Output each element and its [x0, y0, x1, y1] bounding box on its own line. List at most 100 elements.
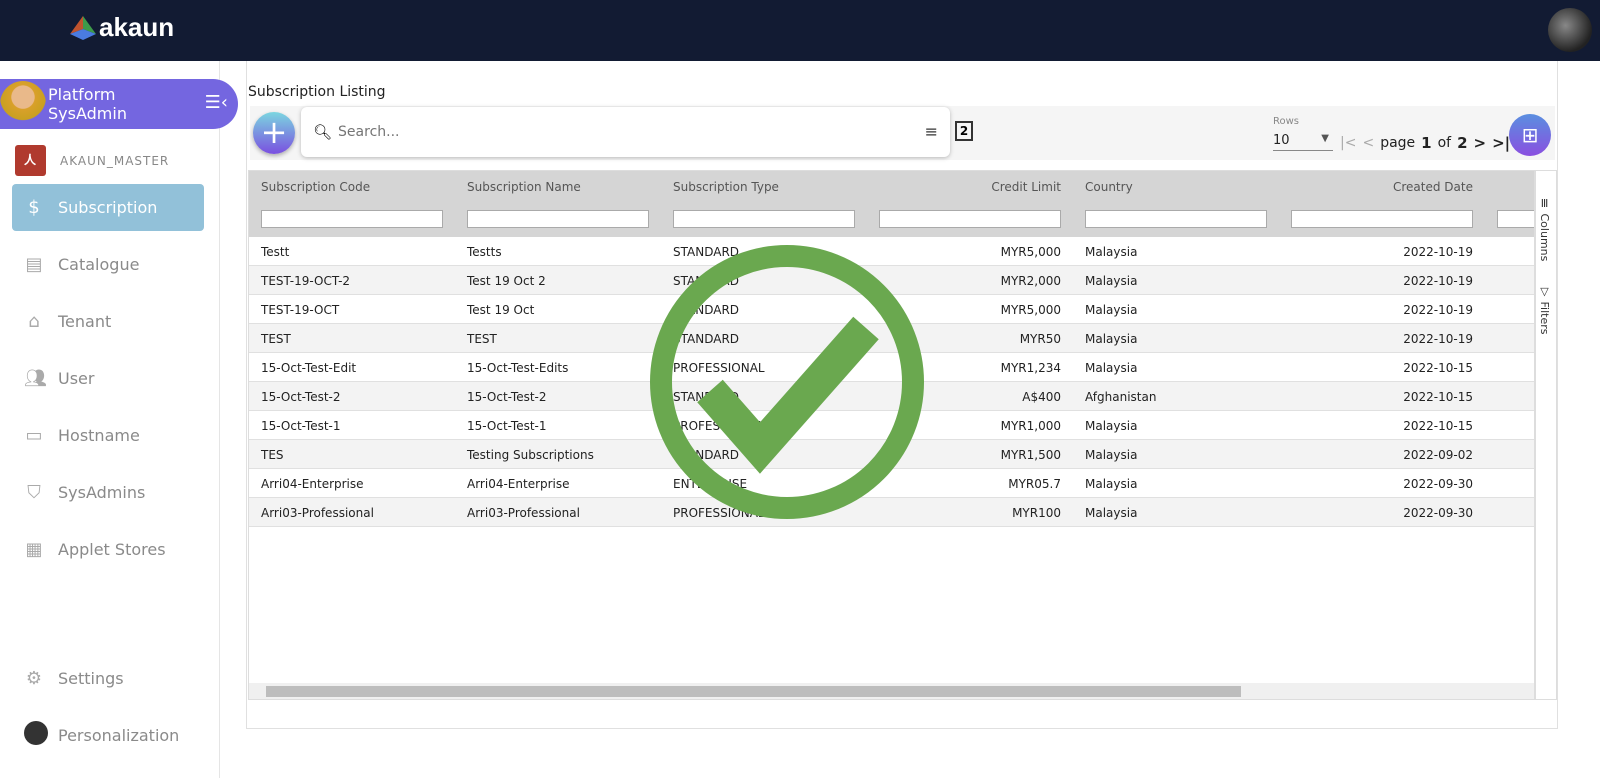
sidebar-item-catalogue[interactable]: ▤ Catalogue: [12, 241, 204, 288]
table-cell: Test 19 Oct: [467, 303, 535, 317]
add-subscription-button[interactable]: +: [253, 112, 295, 154]
table-cell: Malaysia: [1085, 506, 1138, 520]
sidebar-item-applet-stores[interactable]: ▦ Applet Stores: [12, 526, 204, 573]
table-cell: Malaysia: [1085, 361, 1138, 375]
table-cell: Arri03-Professional: [261, 506, 374, 520]
table-cell: Malaysia: [1085, 448, 1138, 462]
column-filter-input[interactable]: [261, 210, 443, 228]
filter-icon[interactable]: ≡: [925, 122, 938, 141]
horizontal-scrollbar[interactable]: [249, 683, 1534, 699]
search-icon: 🔍︎: [313, 123, 333, 141]
table-cell: 2022-09-30: [1403, 506, 1473, 520]
table-cell: TEST-19-OCT-2: [261, 274, 351, 288]
table-cell: Arri04-Enterprise: [261, 477, 364, 491]
first-page-icon[interactable]: |<: [1340, 135, 1356, 151]
sidebar-item-user[interactable]: 👥︎ User: [12, 355, 204, 402]
columns-tab[interactable]: Ⅲ Columns: [1538, 197, 1551, 261]
table-cell: Afghanistan: [1085, 390, 1157, 404]
table-cell: 2022-10-15: [1403, 390, 1473, 404]
column-header[interactable]: Country: [1085, 180, 1133, 194]
column-filter-input[interactable]: [467, 210, 649, 228]
column-header[interactable]: Credit Limit: [871, 180, 1061, 194]
table-cell: 15-Oct-Test-1: [261, 419, 341, 433]
column-header[interactable]: Created Date: [1283, 180, 1473, 194]
table-cell: 2022-10-19: [1403, 303, 1473, 317]
sidebar-item-subscription[interactable]: $ Subscription: [12, 184, 204, 231]
table-cell: TEST: [261, 332, 291, 346]
collapse-menu-icon[interactable]: ☰‹: [205, 93, 228, 112]
table-cell: Malaysia: [1085, 332, 1138, 346]
table-header: Subscription Code Subscription Name Subscr…: [249, 171, 1534, 237]
column-filter-input[interactable]: [879, 210, 1061, 228]
table-cell: 2022-09-30: [1403, 477, 1473, 491]
store-icon: ▦: [25, 539, 43, 560]
table-cell: Malaysia: [1085, 419, 1138, 433]
table-cell: Arri04-Enterprise: [467, 477, 570, 491]
table-cell: Test 19 Oct 2: [467, 274, 546, 288]
tenant-logo-icon: 人: [15, 145, 46, 176]
next-page-icon[interactable]: >: [1474, 134, 1487, 152]
people-icon: 👥︎: [24, 368, 47, 389]
tenant-indicator[interactable]: 人 AKAUN_MASTER: [15, 145, 169, 176]
grid-view-button[interactable]: ⊞: [1509, 114, 1551, 156]
table-cell: TEST-19-OCT: [261, 303, 340, 317]
table-cell: 15-Oct-Test-2: [261, 390, 341, 404]
user-banner: Platform SysAdmin ☰‹: [0, 79, 238, 129]
table-cell: Arri03-Professional: [467, 506, 580, 520]
table-cell: Testing Subscriptions: [467, 448, 594, 462]
table-cell: 2022-09-02: [1403, 448, 1473, 462]
table-cell: Malaysia: [1085, 303, 1138, 317]
home-icon: ⌂: [28, 311, 40, 332]
dropdown-icon: ▼: [1321, 133, 1329, 144]
column-header[interactable]: Subscription Name: [467, 180, 581, 194]
column-filter-input[interactable]: [673, 210, 855, 228]
sidebar-item-personalization[interactable]: Personalization: [12, 712, 204, 759]
column-filter-input[interactable]: [1291, 210, 1473, 228]
dollar-icon: $: [28, 197, 40, 218]
gear-icon: ⚙: [25, 668, 43, 689]
table-cell: 15-Oct-Test-2: [467, 390, 547, 404]
column-header[interactable]: Subscription Code: [261, 180, 370, 194]
sidebar: Platform SysAdmin ☰‹ 人 AKAUN_MASTER $ Sub…: [0, 61, 238, 778]
table-cell: Malaysia: [1085, 274, 1138, 288]
top-bar: akaun: [0, 0, 1600, 61]
last-page-icon[interactable]: >|: [1492, 134, 1510, 152]
search-input[interactable]: [338, 124, 899, 140]
user-name: Platform SysAdmin: [48, 85, 127, 123]
page-title: Subscription Listing: [248, 84, 386, 100]
sidebar-item-hostname[interactable]: ▭ Hostname: [12, 412, 204, 459]
sidebar-item-settings[interactable]: ⚙ Settings: [12, 655, 204, 702]
filters-tab[interactable]: ▽ Filters: [1538, 285, 1551, 334]
table-cell: Malaysia: [1085, 245, 1138, 259]
table-cell: TEST: [467, 332, 497, 346]
copy-icon[interactable]: 2: [955, 121, 973, 141]
success-check-icon: [650, 245, 924, 519]
table-cell: 2022-10-15: [1403, 419, 1473, 433]
prev-page-icon[interactable]: <: [1362, 135, 1374, 151]
profile-avatar[interactable]: [1548, 8, 1592, 52]
column-filter-input[interactable]: [1085, 210, 1267, 228]
user-avatar: [0, 81, 46, 127]
sidebar-item-tenant[interactable]: ⌂ Tenant: [12, 298, 204, 345]
server-icon: ▭: [25, 425, 43, 446]
table-cell: Testt: [261, 245, 290, 259]
table-cell: 15-Oct-Test-1: [467, 419, 547, 433]
search-box: 🔍︎ ≡: [301, 107, 950, 157]
column-header[interactable]: Subscription Type: [673, 180, 779, 194]
column-filter-input[interactable]: [1497, 210, 1534, 228]
rows-select[interactable]: 10 ▼: [1273, 133, 1333, 151]
side-panel: Ⅲ Columns ▽ Filters: [1535, 170, 1557, 700]
scrollbar-thumb[interactable]: [266, 686, 1241, 697]
table-cell: TES: [261, 448, 284, 462]
table-cell: 15-Oct-Test-Edits: [467, 361, 569, 375]
list-icon: ▤: [25, 254, 43, 275]
pagination: |< < page 1 of 2 > >|: [1340, 134, 1511, 152]
sidebar-item-sysadmins[interactable]: ⛉ SysAdmins: [12, 469, 204, 516]
table-cell: 2022-10-15: [1403, 361, 1473, 375]
akaun-logo[interactable]: akaun: [70, 12, 174, 43]
table-cell: 15-Oct-Test-Edit: [261, 361, 357, 375]
table-cell: Malaysia: [1085, 477, 1138, 491]
avatar: [24, 721, 48, 750]
table-cell: Testts: [467, 245, 502, 259]
logo-icon: [70, 15, 96, 40]
